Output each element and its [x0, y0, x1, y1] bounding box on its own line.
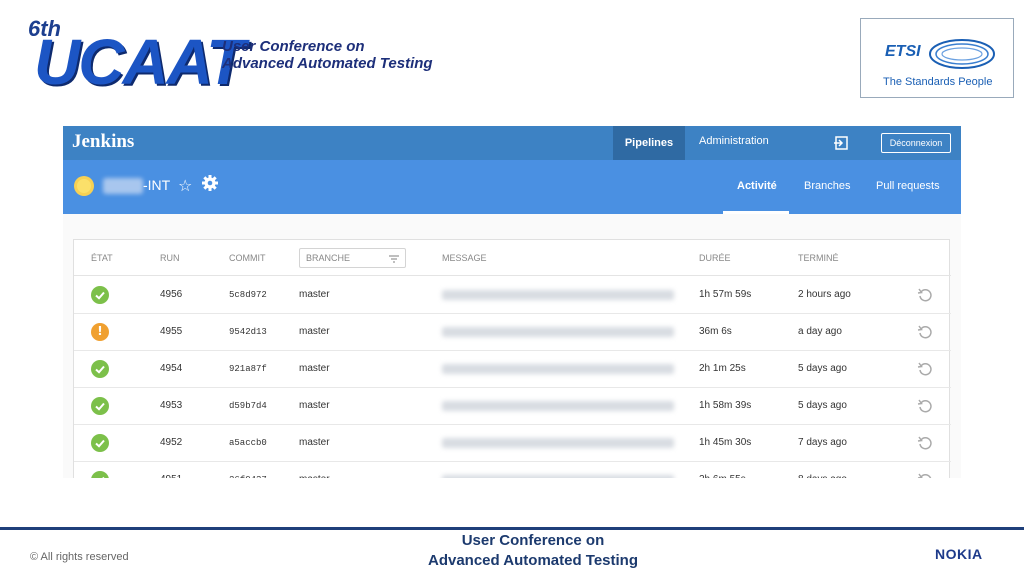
etsi-wordmark: ETSI — [885, 43, 921, 60]
branch-name: master — [299, 474, 330, 478]
run-finished: 2 hours ago — [798, 289, 851, 300]
run-duration: 2h 1m 25s — [699, 363, 746, 374]
replay-icon[interactable] — [917, 435, 933, 451]
run-finished: 5 days ago — [798, 363, 847, 374]
table-row[interactable]: ! 4955 9542d13 master 36m 6s a day ago — [74, 314, 951, 351]
redacted-commit-message — [442, 401, 674, 411]
branch-name: master — [299, 326, 330, 337]
footer-title-line2: Advanced Automated Testing — [427, 552, 639, 569]
footer-title-line1: User Conference on — [461, 532, 605, 549]
jenkins-window: Jenkins Pipelines Administration Déconne… — [63, 126, 961, 478]
branch-filter-label: BRANCHE — [306, 253, 351, 263]
tab-administration[interactable]: Administration — [699, 126, 769, 160]
exit-classic-icon[interactable] — [833, 135, 849, 151]
tab-pull-requests[interactable]: Pull requests — [876, 180, 940, 192]
col-duration: DURÉE — [699, 253, 731, 263]
footer-rule — [0, 527, 1024, 530]
logout-button[interactable]: Déconnexion — [881, 133, 951, 153]
pipeline-name: -INT — [143, 177, 171, 193]
run-duration: 1h 58m 39s — [699, 400, 752, 411]
run-duration: 1h 57m 59s — [699, 289, 752, 300]
nokia-logo: NOKIA — [935, 546, 983, 562]
commit-hash: 921a87f — [229, 364, 267, 374]
run-finished: 5 days ago — [798, 400, 847, 411]
run-duration: 36m 6s — [699, 326, 732, 337]
success-check-icon — [91, 286, 109, 304]
branch-name: master — [299, 400, 330, 411]
weather-sunny-icon — [74, 176, 94, 196]
redacted-commit-message — [442, 475, 674, 478]
col-run: RUN — [160, 253, 180, 263]
col-message: MESSAGE — [442, 253, 487, 263]
run-duration: 1h 45m 30s — [699, 437, 752, 448]
table-row[interactable]: 4952 a5accb0 master 1h 45m 30s 7 days ago — [74, 425, 951, 462]
redacted-commit-message — [442, 327, 674, 337]
commit-hash: d59b7d4 — [229, 401, 267, 411]
replay-icon[interactable] — [917, 287, 933, 303]
run-finished: a day ago — [798, 326, 842, 337]
commit-hash: a5accb0 — [229, 438, 267, 448]
table-row[interactable]: 4951 26f0437 master 2h 6m 55s 8 days ago — [74, 462, 951, 478]
branch-filter-input[interactable]: BRANCHE — [299, 248, 406, 268]
replay-icon[interactable] — [917, 398, 933, 414]
replay-icon[interactable] — [917, 361, 933, 377]
success-check-icon — [91, 360, 109, 378]
table-row[interactable]: 4956 5c8d972 master 1h 57m 59s 2 hours ago — [74, 277, 951, 314]
footer-title: User Conference on Advanced Automated Te… — [0, 531, 1024, 571]
run-finished: 7 days ago — [798, 437, 847, 448]
run-duration: 2h 6m 55s — [699, 474, 746, 478]
etsi-tagline: The Standards People — [883, 76, 993, 88]
run-number: 4954 — [160, 363, 183, 374]
run-number: 4952 — [160, 437, 183, 448]
branch-name: master — [299, 289, 330, 300]
col-status: ÉTAT — [91, 253, 113, 263]
branch-name: master — [299, 437, 330, 448]
etsi-logo: ETSI The Standards People — [860, 18, 1014, 98]
redacted-commit-message — [442, 438, 674, 448]
favorite-star-icon[interactable]: ☆ — [178, 176, 192, 195]
redacted-project-name — [103, 178, 143, 194]
tab-activity[interactable]: Activité — [737, 180, 777, 192]
run-number: 4956 — [160, 289, 183, 300]
jenkins-top-bar: Jenkins Pipelines Administration Déconne… — [63, 126, 961, 160]
table-row[interactable]: 4954 921a87f master 2h 1m 25s 5 days ago — [74, 351, 951, 388]
ucaat-subtitle: User Conference on Advanced Automated Te… — [222, 38, 433, 72]
col-commit: COMMIT — [229, 253, 266, 263]
run-finished: 8 days ago — [798, 474, 847, 478]
success-check-icon — [91, 397, 109, 415]
table-header: ÉTAT RUN COMMIT BRANCHE MESSAGE DURÉE TE… — [74, 240, 951, 276]
ucaat-wordmark: UCAAT — [34, 26, 245, 98]
commit-hash: 5c8d972 — [229, 290, 267, 300]
success-check-icon — [91, 471, 109, 478]
runs-table: ÉTAT RUN COMMIT BRANCHE MESSAGE DURÉE TE… — [73, 239, 951, 478]
branch-name: master — [299, 363, 330, 374]
replay-icon[interactable] — [917, 472, 933, 478]
unstable-warning-icon: ! — [91, 323, 109, 341]
ucaat-subtitle-line1: User Conference on — [222, 38, 365, 55]
redacted-commit-message — [442, 290, 674, 300]
success-check-icon — [91, 434, 109, 452]
tab-pipelines[interactable]: Pipelines — [613, 126, 685, 160]
run-number: 4955 — [160, 326, 183, 337]
col-finished: TERMINÉ — [798, 253, 839, 263]
etsi-swoosh-icon — [929, 39, 995, 69]
table-row[interactable]: 4953 d59b7d4 master 1h 58m 39s 5 days ago — [74, 388, 951, 425]
tab-branches[interactable]: Branches — [804, 180, 850, 192]
jenkins-title[interactable]: Jenkins — [72, 131, 134, 153]
replay-icon[interactable] — [917, 324, 933, 340]
commit-hash: 9542d13 — [229, 327, 267, 337]
ucaat-subtitle-line2: Advanced Automated Testing — [222, 55, 433, 72]
filter-icon — [389, 255, 399, 263]
ucaat-logo: 6th UCAAT User Conference on Advanced Au… — [24, 14, 433, 98]
run-number: 4953 — [160, 400, 183, 411]
pipeline-header: -INT ☆ Activité Branches Pull requests — [63, 160, 961, 214]
gear-icon[interactable] — [201, 174, 219, 192]
commit-hash: 26f0437 — [229, 475, 267, 478]
run-number: 4951 — [160, 474, 182, 478]
redacted-commit-message — [442, 364, 674, 374]
